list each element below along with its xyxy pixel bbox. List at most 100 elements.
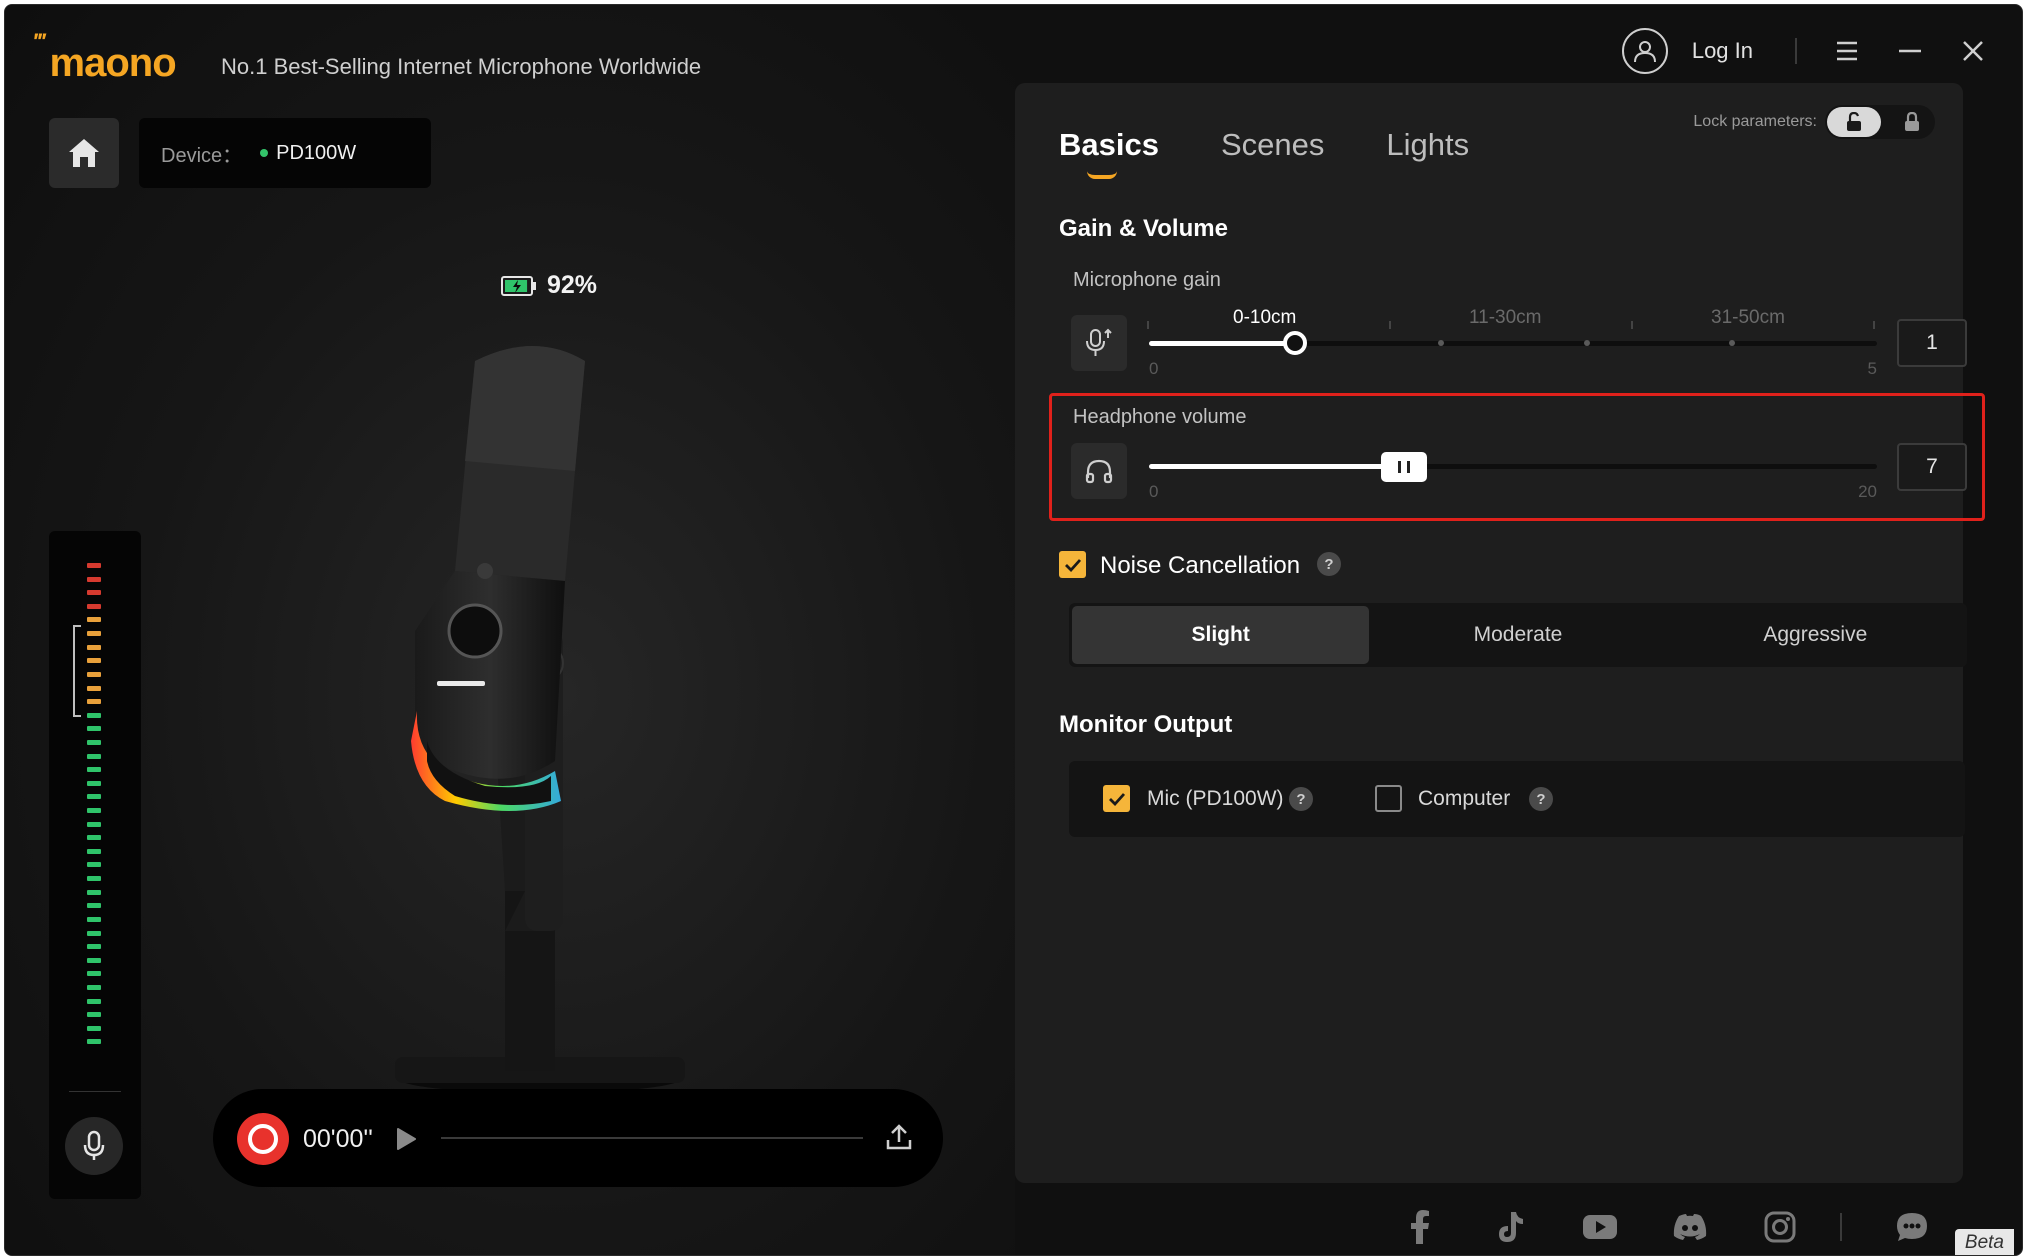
battery-charging-icon [501,275,536,296]
noise-cancellation-label: Noise Cancellation [1100,552,1301,579]
mic-gain-button[interactable] [1071,315,1127,371]
tiktok-icon [1499,1212,1523,1242]
level-bars [87,563,101,1053]
recorder-bar: 00'00'' [213,1089,943,1187]
unlock-option[interactable] [1827,107,1881,137]
level-bar [87,658,101,664]
login-link[interactable]: Log In [1692,38,1753,64]
tiktok-button[interactable] [1490,1207,1530,1247]
slider-fill [1149,341,1295,346]
home-button[interactable] [49,118,119,188]
settings-panel: Basics Scenes Lights Lock parameters: Ga… [1015,83,1985,1183]
menu-button[interactable] [1833,37,1861,65]
mic-gain-slider[interactable]: 0 5 [1149,323,1877,378]
lock-parameters-toggle[interactable] [1825,105,1935,139]
slider-knob[interactable] [1282,331,1307,355]
play-icon[interactable] [395,1127,417,1151]
level-bar [87,712,101,718]
check-icon [1108,792,1125,806]
level-bar [87,862,101,868]
headphone-volume-value[interactable]: 7 [1897,443,1967,491]
level-bar [87,739,101,745]
slider-min-label: 0 [1149,482,1159,501]
level-bar [87,1012,101,1018]
chat-button[interactable] [1892,1207,1932,1247]
level-bar [87,1039,101,1045]
export-icon[interactable] [885,1123,913,1151]
slider-max-label: 20 [1858,482,1877,501]
monitor-output-options: Mic (PD100W) ? Computer ? [1069,761,1965,837]
minimize-icon [1899,49,1921,53]
monitor-mic-checkbox[interactable] [1103,785,1130,812]
level-bar [87,617,101,623]
level-bar [87,808,101,813]
monitor-computer-help-icon[interactable]: ? [1529,787,1553,811]
device-status-dot [260,149,269,157]
social-divider [1840,1213,1842,1241]
youtube-icon [1583,1215,1617,1239]
level-bar [87,984,101,990]
level-range-bracket [73,625,81,717]
slogan: No.1 Best-Selling Internet Microphone Wo… [221,54,702,79]
slider-knob[interactable] [1380,452,1427,482]
device-selector[interactable]: Device： PD100W [139,118,431,188]
menu-icon [1837,41,1857,61]
slider-step-dot [1729,340,1735,346]
lock-icon[interactable] [1903,112,1921,132]
instagram-button[interactable] [1760,1207,1800,1247]
tab-label: Scenes [1220,127,1325,162]
minimize-button[interactable] [1896,37,1924,65]
monitor-mic-help-icon[interactable]: ? [1289,787,1313,811]
level-bar [87,930,101,936]
level-bar [87,971,101,977]
noise-option-moderate[interactable]: Moderate [1369,606,1666,664]
mic-gain-icon [1086,328,1112,356]
level-bar [87,848,101,854]
level-bar [87,903,101,909]
tab-label: Basics [1059,127,1159,162]
device-label: Device： [161,144,243,167]
mute-mic-button[interactable] [65,1117,123,1175]
beta-badge: Beta [1954,1229,2014,1255]
mic-gain-value[interactable]: 1 [1897,319,1967,367]
level-bar [87,685,101,691]
noise-help-icon[interactable]: ? [1317,552,1341,576]
tab-lights[interactable]: Lights [1386,127,1469,163]
mic-gain-label: Microphone gain [1073,269,1221,291]
discord-button[interactable] [1670,1207,1710,1247]
headphone-volume-slider[interactable]: 0 20 [1149,446,1877,501]
settings-tabs: Basics Scenes Lights [1059,127,1531,179]
noise-cancellation-checkbox[interactable] [1059,551,1086,578]
discord-icon [1673,1214,1707,1240]
close-icon [1963,41,1983,61]
headphone-icon [1085,459,1113,484]
record-icon [248,1124,278,1154]
app-window: ‴ maono No.1 Best-Selling Internet Micro… [4,4,2023,1256]
noise-option-aggressive[interactable]: Aggressive [1667,606,1964,664]
monitor-computer-checkbox[interactable] [1375,785,1402,812]
playback-track[interactable] [441,1137,863,1139]
level-bar [87,671,101,677]
level-bar [87,726,101,732]
maono-logo: ‴ maono [35,23,177,84]
level-bar [87,603,101,609]
chat-icon [1897,1213,1927,1241]
slider-fill [1149,464,1404,469]
tab-basics[interactable]: Basics [1059,127,1159,179]
headphone-button[interactable] [1071,443,1127,499]
level-bar [87,631,101,637]
account-button[interactable] [1621,28,1668,74]
facebook-button[interactable] [1400,1207,1440,1247]
meter-divider [69,1091,121,1092]
device-name: PD100W [276,141,357,164]
slider-step-dot [1438,340,1444,346]
youtube-button[interactable] [1580,1207,1620,1247]
tab-scenes[interactable]: Scenes [1221,127,1324,163]
slider-step-dot [1584,340,1590,346]
close-button[interactable] [1959,37,1987,65]
noise-option-slight[interactable]: Slight [1072,606,1370,664]
record-button[interactable] [237,1113,289,1165]
level-bar [87,821,101,827]
level-bar [87,780,101,786]
level-bar [87,576,101,582]
